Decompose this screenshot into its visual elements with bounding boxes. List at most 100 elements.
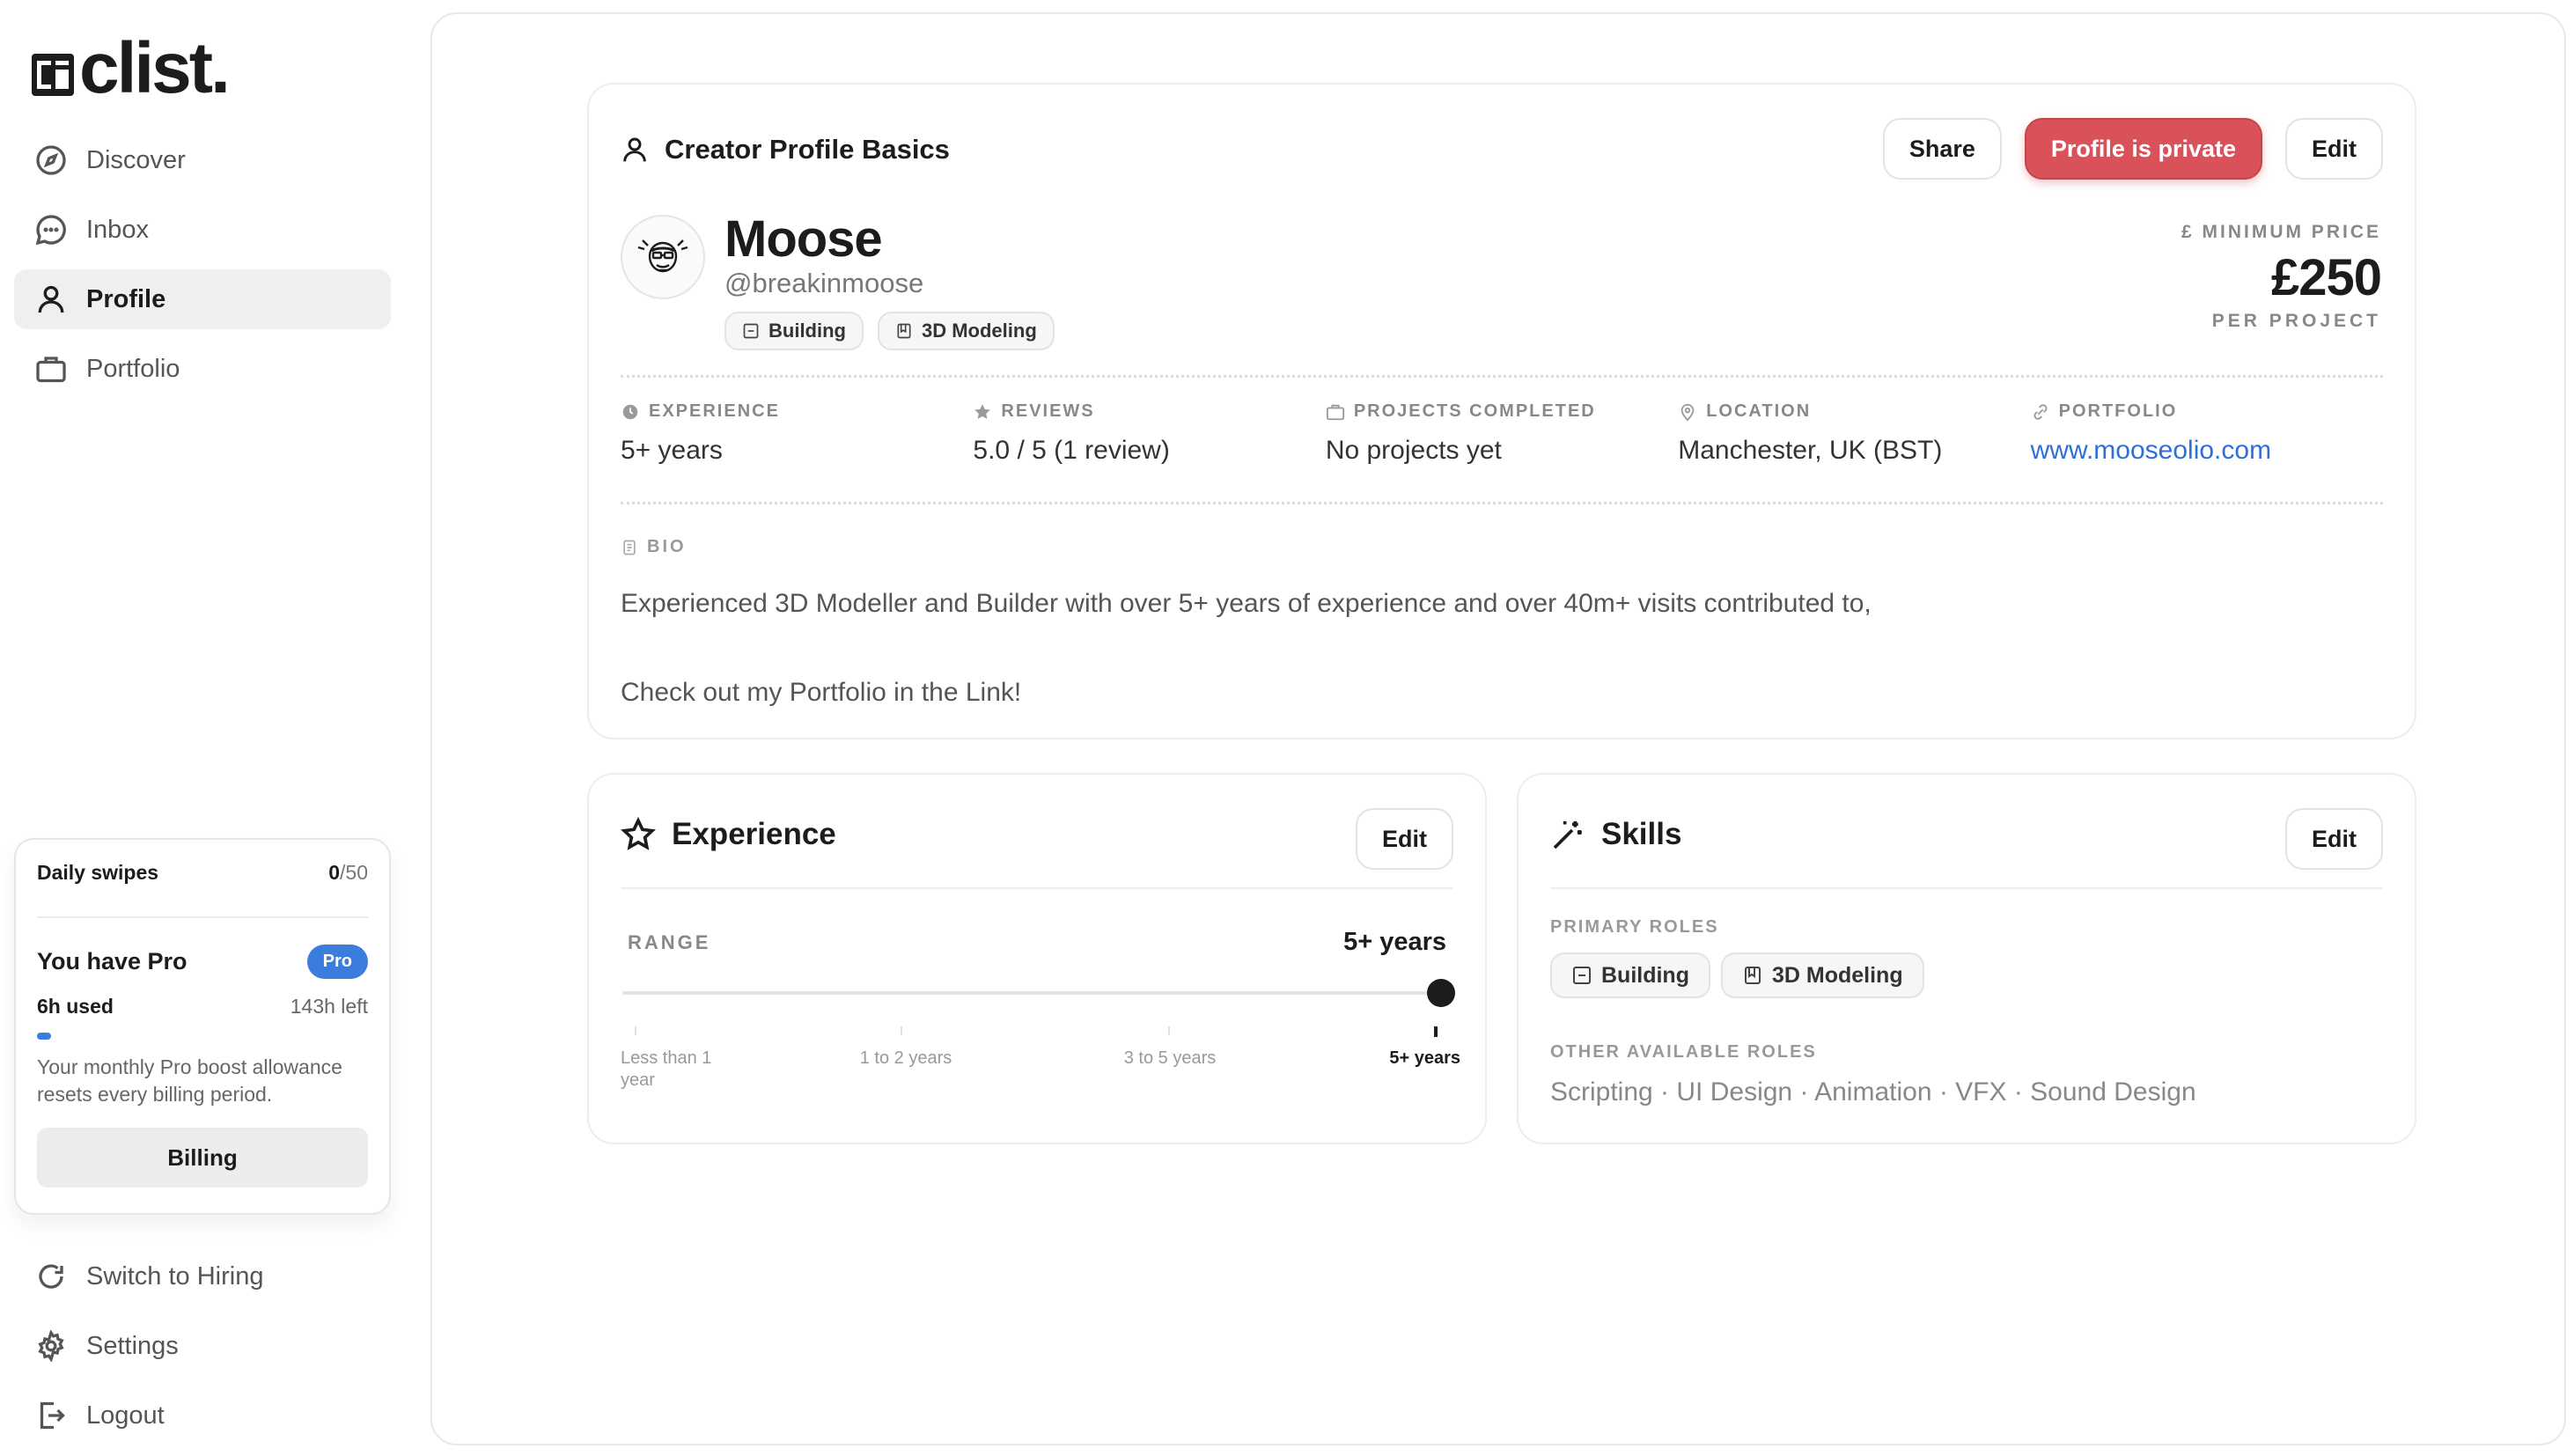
sidebar-item-profile[interactable]: Profile — [14, 269, 391, 329]
experience-slider[interactable] — [622, 979, 1455, 1007]
slider-thumb[interactable] — [1427, 979, 1455, 1007]
app-logo[interactable]: clist. — [32, 28, 231, 108]
divider — [621, 375, 2383, 378]
pin-icon — [1680, 403, 1695, 421]
range-value: 5+ years — [1343, 928, 1446, 956]
briefcase-icon — [33, 351, 69, 386]
briefcase-icon — [1326, 404, 1344, 420]
user-icon — [623, 137, 646, 162]
logo-text: clist. — [79, 28, 231, 108]
card-header: Creator Profile Basics — [621, 134, 950, 165]
divider — [621, 887, 1453, 889]
sidebar-item-settings[interactable]: Settings — [14, 1316, 391, 1376]
sidebar-nav: Discover Inbox Profile Portfolio — [14, 130, 391, 408]
profile-actions: Share Profile is private Edit — [1882, 118, 2383, 180]
sidebar-item-label: Switch to Hiring — [86, 1261, 264, 1291]
stat-value: 5.0 / 5 (1 review) — [973, 436, 1170, 465]
stat-experience: EXPERIENCE 5+ years — [621, 401, 973, 466]
avatar[interactable] — [621, 215, 705, 299]
creator-handle: @breakinmoose — [724, 268, 924, 298]
tick-label[interactable]: 5+ years — [1364, 1048, 1460, 1070]
edit-profile-button[interactable]: Edit — [2285, 118, 2383, 180]
portfolio-link[interactable]: www.mooseolio.com — [2031, 436, 2383, 466]
sidebar-item-switch-to-hiring[interactable]: Switch to Hiring — [14, 1246, 391, 1306]
stat-value: No projects yet — [1325, 436, 1502, 465]
sidebar-item-label: Inbox — [86, 215, 149, 244]
moose-avatar-icon — [637, 239, 688, 273]
logout-icon — [33, 1398, 69, 1433]
sidebar-item-label: Settings — [86, 1331, 179, 1360]
divider — [1550, 887, 2383, 889]
book-icon — [1744, 967, 1761, 984]
sidebar-bottom-nav: Switch to Hiring Settings Logout — [14, 1246, 391, 1455]
stat-reviews[interactable]: REVIEWS 5.0 / 5 (1 review) — [973, 401, 1325, 466]
daily-swipes-count: 0/50 — [328, 861, 368, 884]
square-icon — [743, 323, 759, 339]
gear-icon — [33, 1328, 69, 1364]
card-header: Experience — [621, 817, 836, 852]
billing-button[interactable]: Billing — [37, 1128, 368, 1188]
slider-tick — [635, 1026, 636, 1035]
role-tag-3d-modeling: 3D Modeling — [877, 312, 1055, 350]
sidebar-item-logout[interactable]: Logout — [14, 1386, 391, 1445]
user-icon — [33, 282, 69, 317]
tick-label[interactable]: 1 to 2 years — [853, 1048, 959, 1070]
hours-left: 143h left — [290, 995, 368, 1018]
slider-tick — [1434, 1026, 1438, 1037]
book-icon — [897, 323, 911, 339]
sidebar-item-label: Logout — [86, 1401, 165, 1430]
bio-text: Experienced 3D Modeller and Builder with… — [621, 581, 2364, 715]
compass-icon — [33, 143, 69, 178]
magic-wand-icon — [1553, 820, 1582, 849]
minimum-price: £ MINIMUM PRICE £250 PER PROJECT — [2181, 222, 2382, 332]
edit-experience-button[interactable]: Edit — [1356, 808, 1453, 870]
primary-roles: Building 3D Modeling — [1550, 952, 1924, 998]
creator-profile-card: Creator Profile Basics Share Profile is … — [587, 83, 2416, 739]
document-icon — [623, 540, 636, 555]
pro-title: You have Pro — [37, 948, 188, 974]
sidebar-item-inbox[interactable]: Inbox — [14, 200, 391, 260]
pro-row: You have Pro Pro — [37, 945, 368, 979]
sidebar-item-label: Discover — [86, 145, 186, 174]
chat-icon — [33, 212, 69, 247]
price-value: £250 — [2270, 249, 2382, 306]
price-sub: PER PROJECT — [2211, 311, 2381, 331]
role-tag-building: Building — [1550, 952, 1710, 998]
daily-swipes-row: Daily swipes 0/50 — [37, 861, 368, 885]
star-outline-icon — [621, 817, 656, 850]
sidebar-item-label: Portfolio — [86, 354, 180, 383]
card-title: Skills — [1601, 817, 1682, 851]
role-tags: Building 3D Modeling — [724, 312, 1055, 350]
edit-skills-button[interactable]: Edit — [2285, 808, 2383, 870]
slider-tick — [1168, 1026, 1170, 1035]
divider — [621, 502, 2383, 504]
clock-icon — [622, 404, 638, 419]
hours-progress-bar — [37, 1033, 51, 1040]
tick-label[interactable]: 3 to 5 years — [1117, 1048, 1223, 1070]
main-panel: Creator Profile Basics Share Profile is … — [430, 12, 2566, 1445]
usage-card: Daily swipes 0/50 You have Pro Pro 6h us… — [14, 838, 391, 1215]
bio-line: Check out my Portfolio in the Link! — [621, 678, 1022, 707]
sidebar: clist. Discover Inbox Profile Portfolio — [0, 0, 414, 1456]
price-label: £ MINIMUM PRICE — [2181, 222, 2381, 242]
role-tag-building: Building — [724, 312, 864, 350]
sidebar-item-portfolio[interactable]: Portfolio — [14, 339, 391, 399]
stat-location: LOCATION Manchester, UK (BST) — [1678, 401, 2030, 466]
bio-label: BIO — [621, 537, 687, 557]
star-icon — [974, 403, 991, 419]
refresh-icon — [33, 1259, 69, 1294]
card-header: Skills — [1550, 817, 1681, 852]
creator-name: Moose — [724, 210, 883, 268]
pro-badge: Pro — [306, 945, 368, 979]
experience-card: Experience Edit RANGE 5+ years Less than… — [587, 773, 1487, 1144]
range-label: RANGE — [628, 931, 711, 953]
card-title: Experience — [672, 817, 836, 851]
tick-label[interactable]: Less than 1 year — [621, 1048, 735, 1092]
link-icon — [2033, 403, 2048, 420]
profile-privacy-toggle[interactable]: Profile is private — [2024, 118, 2262, 180]
hours-row: 6h used 143h left — [37, 995, 368, 1018]
share-button[interactable]: Share — [1882, 118, 2002, 180]
skills-card: Skills Edit PRIMARY ROLES Building 3D Mo… — [1517, 773, 2416, 1144]
sidebar-item-discover[interactable]: Discover — [14, 130, 391, 190]
sidebar-item-label: Profile — [86, 284, 166, 313]
